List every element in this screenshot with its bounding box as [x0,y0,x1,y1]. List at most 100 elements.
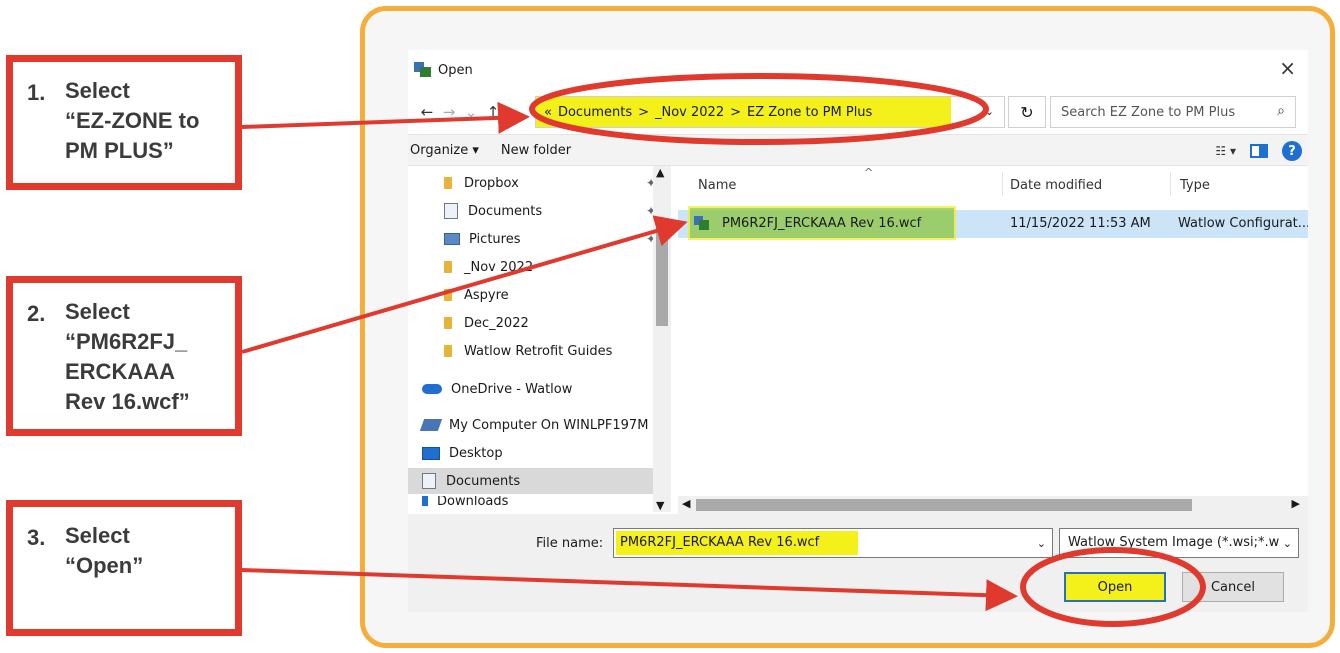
breadcrumb-separator: > [638,104,649,120]
view-options-icon[interactable]: ☷ ▾ [1215,144,1236,158]
breadcrumb-ez-zone[interactable]: EZ Zone to PM Plus [747,105,872,120]
scroll-left-icon[interactable]: ◀ [682,497,690,510]
nav-item-label: OneDrive - Watlow [451,381,573,397]
column-header-name[interactable]: Name [698,178,736,193]
step-number: 3. [27,525,46,550]
address-bar[interactable]: « Documents > _Nov 2022 > EZ Zone to PM … [535,96,1005,128]
up-arrow-icon[interactable]: ↑ [482,103,504,121]
breadcrumb-overflow[interactable]: « [544,105,552,120]
nav-item-desktop[interactable]: Desktop [416,440,666,466]
cloud-icon [422,384,442,394]
file-type-filter[interactable]: Watlow System Image (*.wsi;*.w ⌄ [1059,528,1299,558]
refresh-icon[interactable]: ↻ [1008,96,1046,128]
recent-locations-icon[interactable]: ⌄ [460,103,482,121]
column-header-type[interactable]: Type [1180,178,1210,193]
step-line: Select [65,523,130,548]
step-text: Select “EZ-ZONE to PM PLUS” [65,76,199,183]
breadcrumb-documents[interactable]: Documents [558,105,632,120]
back-arrow-icon[interactable]: ← [416,103,438,121]
nav-item-label: Dropbox [464,175,519,191]
computer-icon [419,419,443,431]
nav-item-label: _Nov 2022 [464,259,534,275]
download-icon [422,496,428,506]
scroll-right-icon[interactable]: ▶ [1292,497,1300,510]
preview-pane-icon[interactable] [1250,144,1268,158]
nav-item-downloads[interactable]: Downloads [416,496,666,512]
column-divider[interactable] [1002,172,1003,196]
file-row[interactable]: PM6R2FJ_ERCKAAA Rev 16.wcf 11/15/2022 11… [678,206,1308,240]
nav-pane-scrollbar[interactable]: ▲ ▼ [653,166,671,512]
step-1-callout: 1. Select “EZ-ZONE to PM PLUS” [6,55,242,190]
nav-item-nov-2022[interactable]: _Nov 2022 [416,254,666,280]
nav-item-my-computer[interactable]: My Computer On WINLPF197M [416,412,666,438]
folder-icon [444,317,452,329]
scrollbar-thumb[interactable] [696,499,1192,511]
step-2-callout: 2. Select “PM6R2FJ_ ERCKAAA Rev 16.wcf” [6,276,242,436]
nav-item-aspyre[interactable]: Aspyre [416,282,666,308]
step-line: Rev 16.wcf” [65,389,190,414]
chevron-down-icon[interactable]: ⌄ [1037,537,1046,550]
folder-icon [444,289,452,301]
scroll-up-icon[interactable]: ▲ [656,166,664,179]
dialog-footer: File name: PM6R2FJ_ERCKAAA Rev 16.wcf ⌄ … [408,514,1308,612]
dialog-title: Open [438,62,473,78]
cancel-button[interactable]: Cancel [1182,572,1284,602]
folder-icon [444,345,452,357]
nav-item-label: Dec_2022 [464,315,529,331]
breadcrumb-separator: > [730,104,741,120]
desktop-icon [422,446,440,460]
column-divider[interactable] [1170,172,1171,196]
new-folder-button[interactable]: New folder [501,143,571,158]
folder-icon [444,177,452,189]
nav-item-onedrive[interactable]: OneDrive - Watlow [416,376,666,402]
search-input[interactable]: Search EZ Zone to PM Plus ⌕ [1050,96,1296,128]
nav-item-label: Aspyre [464,287,509,303]
step-3-callout: 3. Select “Open” [6,500,242,636]
search-placeholder: Search EZ Zone to PM Plus [1061,104,1236,120]
open-button[interactable]: Open [1064,572,1166,602]
help-icon[interactable]: ? [1282,141,1302,161]
nav-item-dec-2022[interactable]: Dec_2022 [416,310,666,336]
column-header-date[interactable]: Date modified [1010,178,1102,193]
step-line: “Open” [65,553,144,578]
file-list-scrollbar[interactable]: ◀ ▶ [678,496,1308,514]
nav-item-documents-local[interactable]: Documents [408,468,658,494]
scroll-down-icon[interactable]: ▼ [656,499,664,512]
nav-item-watlow-retrofit-guides[interactable]: Watlow Retrofit Guides [416,338,666,364]
nav-item-label: Watlow Retrofit Guides [464,343,613,359]
chevron-down-icon[interactable]: ⌄ [1283,537,1292,550]
file-type: Watlow Configurat... [1178,216,1308,231]
nav-item-pictures[interactable]: Pictures ✦ [416,226,666,252]
breadcrumb-nov-2022[interactable]: _Nov 2022 [655,105,724,120]
organize-button[interactable]: Organize ▾ [410,143,479,158]
title-bar: Open × [408,50,1308,90]
search-icon: ⌕ [1277,103,1285,119]
forward-arrow-icon[interactable]: → [438,103,460,121]
step-line: Select [65,299,130,324]
nav-item-dropbox[interactable]: Dropbox ✦ [416,170,666,196]
chevron-down-icon[interactable]: ⌄ [985,105,994,118]
document-icon [422,473,436,489]
step-line: Select [65,78,130,103]
nav-item-label: My Computer On WINLPF197M [449,417,649,433]
folder-icon [444,261,452,273]
navigation-pane: Dropbox ✦ Documents ✦ Pictures ✦ _Nov 20… [408,166,676,512]
breadcrumb: « Documents > _Nov 2022 > EZ Zone to PM … [536,97,951,127]
nav-item-label: Pictures [469,231,521,247]
step-number: 1. [27,80,46,105]
file-name: PM6R2FJ_ERCKAAA Rev 16.wcf [722,216,922,231]
file-name-input[interactable]: PM6R2FJ_ERCKAAA Rev 16.wcf ⌄ [613,528,1053,558]
pictures-icon [444,233,460,245]
scrollbar-thumb[interactable] [656,218,668,326]
close-icon[interactable]: × [1279,56,1296,80]
open-file-dialog: Open × ← → ⌄ ↑ « Documents > _Nov 2022 >… [408,50,1308,612]
nav-item-label: Documents [446,473,521,489]
step-line: “EZ-ZONE to [65,108,200,133]
step-line: “PM6R2FJ_ [65,329,188,354]
nav-item-label: Downloads [437,496,509,509]
nav-item-label: Desktop [449,445,503,461]
nav-item-documents[interactable]: Documents ✦ [416,198,666,224]
command-toolbar: Organize ▾ New folder ☷ ▾ ? [408,134,1308,166]
navigation-bar: ← → ⌄ ↑ « Documents > _Nov 2022 > EZ Zon… [408,90,1308,134]
sort-ascending-icon: ^ [864,166,874,179]
